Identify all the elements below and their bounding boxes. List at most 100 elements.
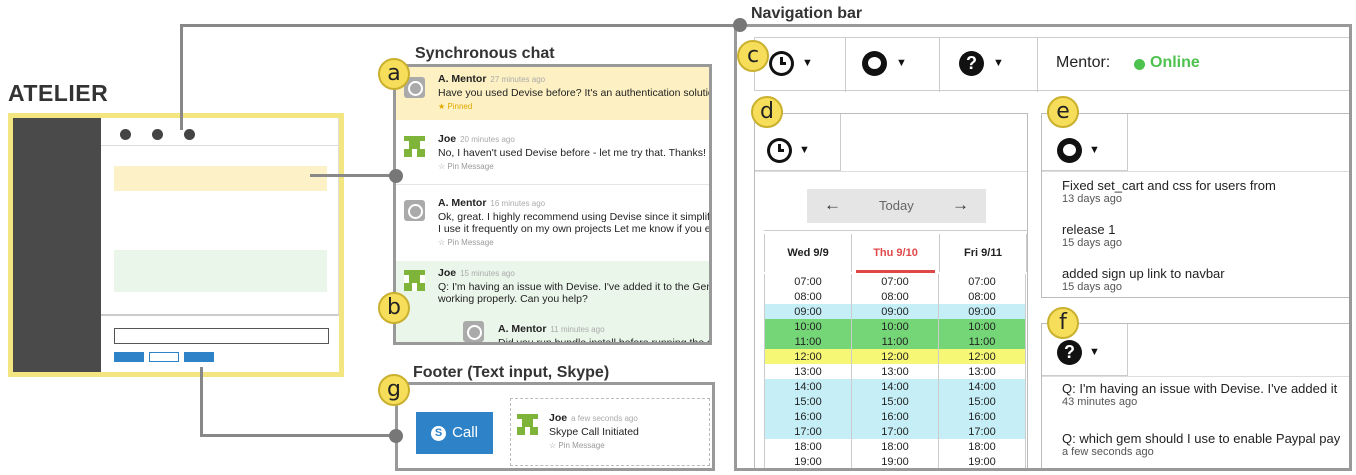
chevron-down-icon[interactable]: ▼	[1089, 144, 1100, 156]
message-author: A. Mentor	[498, 323, 547, 335]
question-item[interactable]: Q: which gem should I use to enable Payp…	[1062, 431, 1340, 458]
time-slot[interactable]: 15:00	[851, 394, 939, 409]
chevron-down-icon[interactable]: ▼	[799, 144, 810, 156]
time-slot[interactable]: 10:00	[938, 319, 1026, 334]
clock-icon[interactable]	[767, 138, 792, 163]
connector-navbar	[180, 26, 183, 130]
help-icon[interactable]: ?	[1057, 340, 1082, 365]
message-text: working properly. Can you help?	[438, 293, 588, 305]
time-slot[interactable]: 08:00	[764, 289, 852, 304]
pin-message-button[interactable]: ☆ Pin Message	[438, 238, 709, 247]
clock-icon[interactable]	[769, 51, 794, 76]
time-slot[interactable]: 11:00	[764, 334, 852, 349]
calendar-row: 18:00 18:00 18:00	[764, 439, 1026, 454]
pin-message-button[interactable]: ☆ Pin Message	[438, 162, 706, 171]
chevron-down-icon[interactable]: ▼	[802, 57, 813, 69]
message-text: No, I haven't used Devise before - let m…	[438, 147, 706, 159]
question-text: Q: I'm having an issue with Devise. I've…	[1062, 381, 1338, 396]
time-slot[interactable]: 19:00	[938, 454, 1026, 468]
question-item[interactable]: Q: I'm having an issue with Devise. I've…	[1062, 381, 1337, 408]
message-author: Joe	[438, 133, 457, 145]
message-author: Joe	[438, 267, 457, 279]
commit-item[interactable]: release 1 15 days ago	[1062, 222, 1122, 249]
calendar-row: 10:00 10:00 10:00	[764, 319, 1026, 334]
badge-f: f	[1047, 307, 1079, 339]
time-slot[interactable]: 09:00	[764, 304, 852, 319]
badge-a: a	[378, 58, 410, 90]
time-slot[interactable]: 11:00	[938, 334, 1026, 349]
help-icon[interactable]: ?	[959, 51, 984, 76]
calendar-row: 17:00 17:00 17:00	[764, 424, 1026, 439]
connector-footer	[200, 434, 396, 437]
time-slot[interactable]: 18:00	[851, 439, 939, 454]
message-time: 11 minutes ago	[550, 325, 605, 334]
questions-panel: ? ▼ Q: I'm having an issue with Devise. …	[1041, 323, 1349, 468]
time-slot[interactable]: 17:00	[938, 424, 1026, 439]
skype-call-button[interactable]: S Call	[416, 412, 493, 454]
commit-item[interactable]: Fixed set_cart and css for users from 13…	[1062, 178, 1276, 205]
pin-message-button[interactable]: ☆ Pin Message	[549, 441, 639, 450]
time-slot[interactable]: 14:00	[851, 379, 939, 394]
time-slot[interactable]: 12:00	[764, 349, 852, 364]
time-slot[interactable]: 14:00	[764, 379, 852, 394]
calendar-row: 19:00 19:00 19:00	[764, 454, 1026, 468]
calendar-row: 07:00 07:00 07:00	[764, 274, 1026, 289]
chevron-down-icon[interactable]: ▼	[896, 57, 907, 69]
atelier-title: ATELIER	[8, 80, 109, 106]
time-slot[interactable]: 16:00	[851, 409, 939, 424]
time-slot[interactable]: 11:00	[851, 334, 939, 349]
mentor-avatar-icon	[463, 321, 484, 342]
active-day-indicator	[856, 270, 935, 273]
mockup-nav-dot	[152, 129, 163, 140]
message-author: A. Mentor	[438, 73, 487, 85]
time-slot[interactable]: 07:00	[851, 274, 939, 289]
message-time: 20 minutes ago	[460, 135, 515, 144]
commit-item[interactable]: added sign up link to navbar 15 days ago	[1062, 266, 1225, 293]
message-time: 16 minutes ago	[490, 199, 546, 208]
time-slot[interactable]: 13:00	[851, 364, 939, 379]
time-slot[interactable]: 17:00	[851, 424, 939, 439]
time-slot[interactable]: 15:00	[764, 394, 852, 409]
time-slot[interactable]: 10:00	[851, 319, 939, 334]
today-button[interactable]: Today	[879, 198, 914, 213]
time-slot[interactable]: 19:00	[851, 454, 939, 468]
mentor-avatar-icon	[404, 200, 425, 221]
time-slot[interactable]: 07:00	[764, 274, 852, 289]
message-time: 27 minutes ago	[490, 75, 546, 84]
time-slot[interactable]: 09:00	[938, 304, 1026, 319]
time-slot[interactable]: 15:00	[938, 394, 1026, 409]
time-slot[interactable]: 17:00	[764, 424, 852, 439]
message-text: I use it frequently on my own projects L…	[438, 223, 711, 235]
prev-arrow-icon[interactable]: ←	[824, 195, 841, 215]
commit-time: 13 days ago	[1062, 193, 1122, 205]
time-slot[interactable]: 19:00	[764, 454, 852, 468]
footer-message: Joe a few seconds ago Skype Call Initiate…	[510, 398, 710, 466]
dashboard-panel: ▼ ▼ ? ▼ Mentor: Online ▼ ← Today → Wed 9…	[734, 24, 1352, 471]
github-icon[interactable]	[862, 51, 887, 76]
next-arrow-icon[interactable]: →	[952, 195, 969, 215]
time-slot[interactable]: 09:00	[851, 304, 939, 319]
time-slot[interactable]: 16:00	[764, 409, 852, 424]
time-slot[interactable]: 07:00	[938, 274, 1026, 289]
time-slot[interactable]: 10:00	[764, 319, 852, 334]
time-slot[interactable]: 12:00	[851, 349, 939, 364]
calendar-panel: ▼ ← Today → Wed 9/9 Thu 9/10 Fri 9/11 07…	[754, 113, 1028, 468]
calendar-grid: 07:00 07:00 07:00 08:00 08:00 08:00 09:00 09:00…	[764, 274, 1026, 468]
chevron-down-icon[interactable]: ▼	[993, 57, 1004, 69]
question-time: a few seconds ago	[1062, 446, 1154, 458]
connector-dot	[733, 18, 747, 32]
time-slot[interactable]: 16:00	[938, 409, 1026, 424]
time-slot[interactable]: 08:00	[938, 289, 1026, 304]
time-slot[interactable]: 13:00	[938, 364, 1026, 379]
chevron-down-icon[interactable]: ▼	[1089, 346, 1100, 358]
time-slot[interactable]: 13:00	[764, 364, 852, 379]
time-slot[interactable]: 14:00	[938, 379, 1026, 394]
time-slot[interactable]: 12:00	[938, 349, 1026, 364]
time-slot[interactable]: 18:00	[764, 439, 852, 454]
time-slot[interactable]: 18:00	[938, 439, 1026, 454]
badge-g: g	[378, 374, 410, 406]
time-slot[interactable]: 08:00	[851, 289, 939, 304]
commit-time: 15 days ago	[1062, 281, 1122, 293]
connector-dot	[389, 429, 403, 443]
github-icon[interactable]	[1057, 138, 1082, 163]
